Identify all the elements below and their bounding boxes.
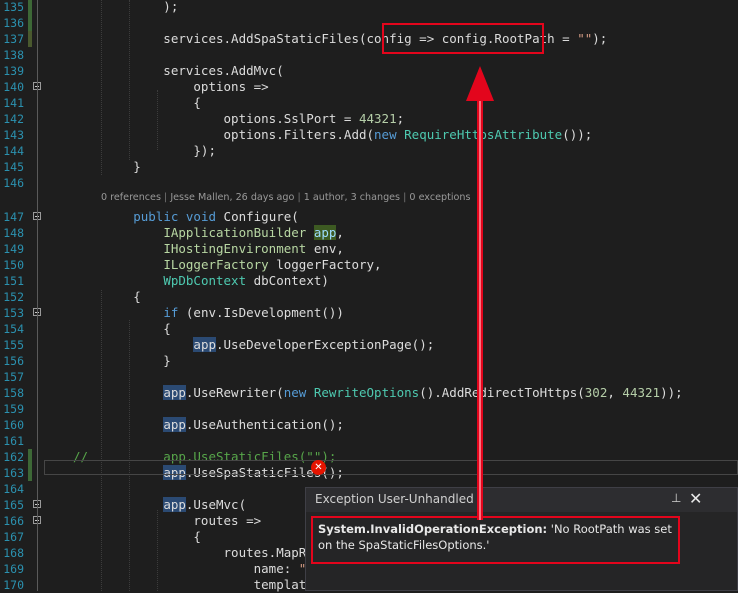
annotation-arrow	[466, 66, 494, 520]
annotation-arrowhead	[466, 66, 494, 101]
